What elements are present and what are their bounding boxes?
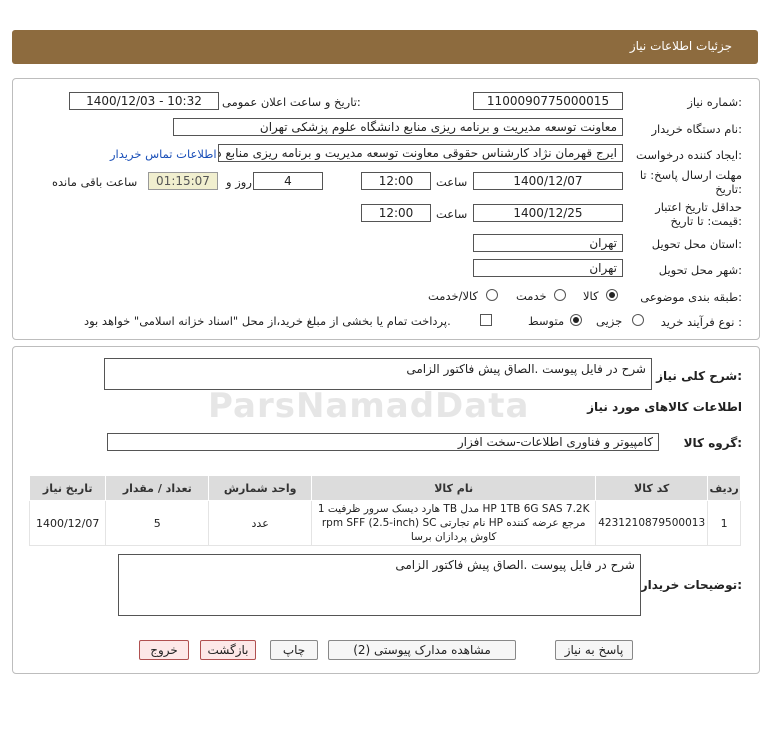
cell-name-line-3: کاوش پردازان برسا <box>410 531 497 543</box>
items-table: تاریخ نیاز تعداد / مقدار واحد شمارش نام … <box>28 475 741 546</box>
buyer-contact-link[interactable]: اطلاعات تماس خریدار <box>110 147 217 161</box>
buyer-org-field: معاونت توسعه مدیریت و برنامه ریزی منابع … <box>173 118 623 136</box>
buyer-org-label: نام دستگاه خریدار: <box>651 122 742 136</box>
process-option-medium: متوسط <box>528 314 565 328</box>
need-number-field: 1100090775000015 <box>473 92 623 110</box>
city-label: شهر محل تحویل: <box>658 263 742 277</box>
watermark-brand: ParsNamadData <box>208 386 530 426</box>
process-radio-medium[interactable] <box>570 314 582 326</box>
reply-button[interactable]: پاسخ به نیاز <box>555 640 633 660</box>
deadline-time-label: ساعت <box>436 175 468 189</box>
col-date: تاریخ نیاز <box>28 475 107 501</box>
deadline-time-field: 12:00 <box>361 172 431 190</box>
goods-group-field: کامپیوتر و فناوری اطلاعات-سخت افزار <box>107 433 659 451</box>
validity-label: حداقل تاریخ اعتبار <box>655 200 742 214</box>
col-name: نام کالا <box>311 475 597 501</box>
category-option-service: خدمت <box>516 289 547 303</box>
cell-date: 1400/12/07 <box>28 500 107 546</box>
announce-label: تاریخ و ساعت اعلان عمومی: <box>222 95 361 109</box>
deadline-label: مهلت ارسال پاسخ: تا <box>639 168 742 182</box>
print-button[interactable]: چاپ <box>270 640 318 660</box>
creator-label: ایجاد کننده درخواست: <box>636 148 742 162</box>
summary-label: شرح کلی نیاز: <box>656 369 742 383</box>
col-unit: واحد شمارش <box>208 475 313 501</box>
remaining-label: ساعت باقی مانده <box>52 175 138 189</box>
category-radio-service[interactable] <box>554 289 566 301</box>
process-label: نوع فرآیند خرید : <box>660 315 742 329</box>
province-label: استان محل تحویل: <box>651 237 742 251</box>
cell-name: هارد دیسک سرور ظرفیت 1 TB مدل HP 1TB 6G … <box>311 500 597 546</box>
need-number-label: شماره نیاز: <box>687 95 742 109</box>
process-option-minor: جزیی <box>596 314 623 328</box>
table-header-row: تاریخ نیاز تعداد / مقدار واحد شمارش نام … <box>28 475 741 501</box>
city-field: تهران <box>473 259 623 277</box>
cell-qty: 5 <box>105 500 210 546</box>
days-label: روز و <box>226 175 252 189</box>
validity-time-label: ساعت <box>436 207 468 221</box>
table-row: 1400/12/07 5 عدد هارد دیسک سرور ظرفیت 1 … <box>28 500 741 546</box>
deadline-label-2: تاریخ: <box>715 182 742 196</box>
goods-group-label: گروه کالا: <box>683 436 742 450</box>
col-code: کد کالا <box>595 475 709 501</box>
cell-name-line-2: rpm SFF (2.5-inch) SC نام تجارتی HP مرجع… <box>321 517 586 529</box>
category-option-goods-service: کالا/خدمت <box>428 289 479 303</box>
page-title: جزئیات اطلاعات نیاز <box>629 39 732 53</box>
exit-button[interactable]: خروج <box>139 640 189 660</box>
cell-code: 4231210879500013 <box>595 500 709 546</box>
creator-field: ایرج قهرمان نژاد کارشناس حقوقی معاونت تو… <box>218 144 623 162</box>
validity-time-field: 12:00 <box>361 204 431 222</box>
payment-note: پرداخت تمام یا بخشی از مبلغ خرید،از محل … <box>84 314 451 328</box>
days-remaining-field: 4 <box>253 172 323 190</box>
category-label: طبقه بندی موضوعی: <box>640 290 742 304</box>
category-option-goods: کالا <box>583 289 599 303</box>
remaining-time-field: 01:15:07 <box>148 172 218 190</box>
cell-name-line-1: هارد دیسک سرور ظرفیت 1 TB مدل HP 1TB 6G … <box>317 503 590 515</box>
buyer-notes-label: توضیحات خریدار: <box>640 578 742 592</box>
validity-label-2: قیمت: تا تاریخ: <box>670 214 742 228</box>
view-attachments-button[interactable]: مشاهده مدارک پیوستی (2) <box>328 640 516 660</box>
treasury-checkbox[interactable] <box>480 314 492 326</box>
process-radio-minor[interactable] <box>632 314 644 326</box>
category-radio-goods[interactable] <box>606 289 618 301</box>
col-row: ردیف <box>707 475 741 501</box>
deadline-date-field: 1400/12/07 <box>473 172 623 190</box>
page-header: جزئیات اطلاعات نیاز <box>12 30 758 64</box>
validity-date-field: 1400/12/25 <box>473 204 623 222</box>
cell-unit: عدد <box>208 500 313 546</box>
announce-datetime-field: 1400/12/03 - 10:32 <box>69 92 219 110</box>
buyer-notes-field: شرح در فایل پیوست .الصاق پیش فاکتور الزا… <box>118 554 641 616</box>
goods-info-title: اطلاعات کالاهای مورد نیاز <box>587 400 742 414</box>
province-field: تهران <box>473 234 623 252</box>
back-button[interactable]: بازگشت <box>200 640 256 660</box>
cell-row: 1 <box>707 500 741 546</box>
category-radio-goods-service[interactable] <box>486 289 498 301</box>
col-qty: تعداد / مقدار <box>105 475 210 501</box>
